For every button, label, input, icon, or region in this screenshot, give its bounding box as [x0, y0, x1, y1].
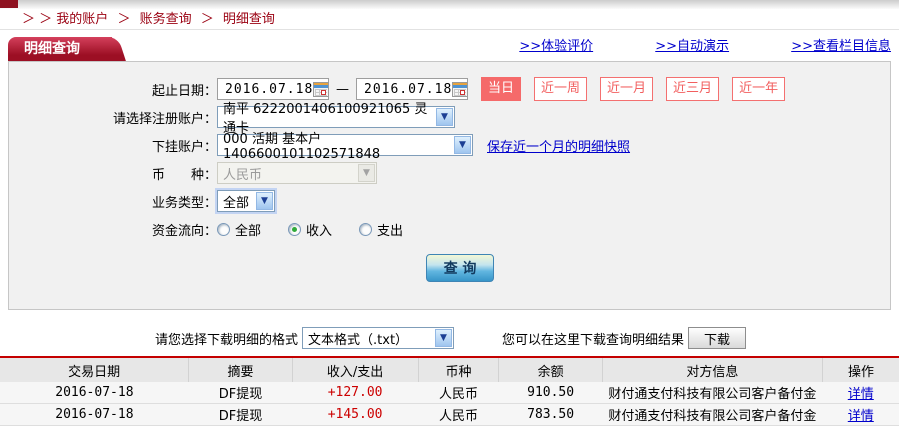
save-snapshot-link[interactable]: 保存近一个月的明细快照 [487, 136, 630, 155]
table-header-row: 交易日期 摘要 收入/支出 币种 余额 对方信息 操作 [0, 358, 899, 382]
transaction-table: 交易日期 摘要 收入/支出 币种 余额 对方信息 操作 2016-07-18 D… [0, 358, 899, 426]
quick-range-today-button[interactable]: 当日 [481, 77, 521, 101]
quick-range-month-button[interactable]: 近一月 [600, 77, 653, 101]
breadcrumb-prefix: ＞ ＞ [22, 12, 52, 27]
flow-expense-label: 支出 [377, 220, 403, 239]
cell-action: 详情 [823, 382, 899, 404]
currency-row: 币 种： 人民币 ▼ [9, 159, 890, 187]
header-balance: 余额 [499, 358, 602, 382]
currency-select: 人民币 ▼ [217, 162, 377, 184]
currency-value: 人民币 [223, 164, 262, 183]
flow-income-radio[interactable]: 收入 [288, 220, 332, 239]
breadcrumb: ＞ ＞ 我的账户 ＞ 账务查询 ＞ 明细查询 [0, 9, 899, 30]
radio-checked-icon[interactable] [288, 223, 301, 236]
calendar-icon[interactable] [313, 82, 329, 97]
cell-amount: +145.00 [292, 404, 418, 426]
corner-red-block [0, 0, 18, 8]
cell-counterparty: 财付通支付科技有限公司客户备付金 [602, 382, 822, 404]
header-counterparty: 对方信息 [602, 358, 822, 382]
header-links: >>体验评价 >>自动演示 >>查看栏目信息 [461, 35, 891, 54]
date-separator: — [336, 82, 349, 97]
sub-account-label: 下挂账户： [9, 136, 217, 155]
table-row: 2016-07-18 DF提现 +145.00 人民币 783.50 财付通支付… [0, 404, 899, 426]
detail-query-page: { "breadcrumb": { "prefix": "＞ ＞", "sep"… [0, 0, 899, 426]
download-row: 请您选择下载明细的格式 文本格式（.txt） ▼ 您可以在这里下载查询明细结果 … [0, 324, 899, 352]
download-format-value: 文本格式（.txt） [308, 329, 408, 348]
business-type-label: 业务类型： [9, 192, 217, 211]
header-transaction-date: 交易日期 [0, 358, 189, 382]
calendar-icon[interactable] [452, 82, 468, 97]
breadcrumb-separator: ＞ [201, 12, 214, 27]
dropdown-arrow-icon: ▼ [436, 108, 453, 126]
detail-link[interactable]: 详情 [848, 387, 874, 402]
cell-balance: 910.50 [499, 382, 602, 404]
flow-expense-radio[interactable]: 支出 [359, 220, 403, 239]
business-type-row: 业务类型： 全部 ▼ [9, 187, 890, 215]
dropdown-arrow-icon: ▼ [454, 136, 471, 154]
sub-account-select[interactable]: 000 活期 基本户 1406600101102571848 ▼ [217, 134, 473, 156]
end-date-value: 2016.07.18 [364, 82, 452, 97]
breadcrumb-item-account-query[interactable]: 账务查询 [140, 12, 192, 27]
cell-currency: 人民币 [418, 404, 499, 426]
dropdown-arrow-icon: ▼ [256, 192, 273, 210]
auto-demo-link[interactable]: >>自动演示 [655, 39, 729, 54]
registered-account-row: 请选择注册账户： 南平 6222001406100921065 灵通卡 ▼ [9, 103, 890, 131]
download-format-label: 请您选择下载明细的格式 [155, 329, 298, 348]
download-format-select[interactable]: 文本格式（.txt） ▼ [302, 327, 454, 349]
flow-all-label: 全部 [235, 220, 261, 239]
top-strip [0, 0, 899, 9]
start-date-value: 2016.07.18 [225, 82, 313, 97]
tab-detail-query[interactable]: 明细查询 [8, 37, 112, 61]
view-column-info-link[interactable]: >>查看栏目信息 [791, 39, 891, 54]
radio-icon[interactable] [359, 223, 372, 236]
currency-label: 币 种： [9, 164, 217, 183]
dropdown-arrow-icon: ▼ [358, 164, 375, 182]
sub-account-value: 000 活期 基本户 1406600101102571848 [223, 128, 448, 162]
header-summary: 摘要 [189, 358, 292, 382]
quick-range-year-button[interactable]: 近一年 [732, 77, 785, 101]
quick-range-quarter-button[interactable]: 近三月 [666, 77, 719, 101]
dropdown-arrow-icon: ▼ [435, 329, 452, 347]
registered-account-label: 请选择注册账户： [9, 108, 217, 127]
header-action: 操作 [823, 358, 899, 382]
cell-transaction-date: 2016-07-18 [0, 404, 189, 426]
tab-row: 明细查询 >>体验评价 >>自动演示 >>查看栏目信息 [8, 30, 891, 61]
cell-currency: 人民币 [418, 382, 499, 404]
breadcrumb-item-detail-query[interactable]: 明细查询 [223, 12, 275, 27]
date-range-label: 起止日期： [9, 80, 217, 99]
cell-counterparty: 财付通支付科技有限公司客户备付金 [602, 404, 822, 426]
cell-action: 详情 [823, 404, 899, 426]
cell-amount: +127.00 [292, 382, 418, 404]
query-form-panel: 起止日期： 2016.07.18 — 2016.07.18 当日 近一周 近一月… [8, 61, 891, 310]
download-hint: 您可以在这里下载查询明细结果 [502, 329, 684, 348]
header-currency: 币种 [418, 358, 499, 382]
breadcrumb-item-my-accounts[interactable]: 我的账户 [56, 12, 108, 27]
cell-balance: 783.50 [499, 404, 602, 426]
sub-account-row: 下挂账户： 000 活期 基本户 1406600101102571848 ▼ 保… [9, 131, 890, 159]
header-income-expense: 收入/支出 [292, 358, 418, 382]
radio-icon[interactable] [217, 223, 230, 236]
registered-account-select[interactable]: 南平 6222001406100921065 灵通卡 ▼ [217, 106, 455, 128]
end-date-input[interactable]: 2016.07.18 [356, 78, 468, 100]
experience-rating-link[interactable]: >>体验评价 [519, 39, 593, 54]
detail-link[interactable]: 详情 [848, 409, 874, 424]
query-button[interactable]: 查 询 [426, 254, 494, 282]
table-row: 2016-07-18 DF提现 +127.00 人民币 910.50 财付通支付… [0, 382, 899, 404]
cell-summary: DF提现 [189, 404, 292, 426]
business-type-value: 全部 [223, 192, 249, 211]
quick-range-week-button[interactable]: 近一周 [534, 77, 587, 101]
cell-transaction-date: 2016-07-18 [0, 382, 189, 404]
cell-summary: DF提现 [189, 382, 292, 404]
download-button[interactable]: 下载 [688, 327, 746, 349]
fund-flow-row: 资金流向： 全部 收入 支出 [9, 215, 890, 243]
business-type-select[interactable]: 全部 ▼ [217, 190, 275, 212]
flow-all-radio[interactable]: 全部 [217, 220, 261, 239]
start-date-input[interactable]: 2016.07.18 [217, 78, 329, 100]
fund-flow-label: 资金流向： [9, 220, 217, 239]
breadcrumb-separator: ＞ [117, 12, 130, 27]
flow-income-label: 收入 [306, 220, 332, 239]
date-range-row: 起止日期： 2016.07.18 — 2016.07.18 当日 近一周 近一月… [9, 75, 890, 103]
